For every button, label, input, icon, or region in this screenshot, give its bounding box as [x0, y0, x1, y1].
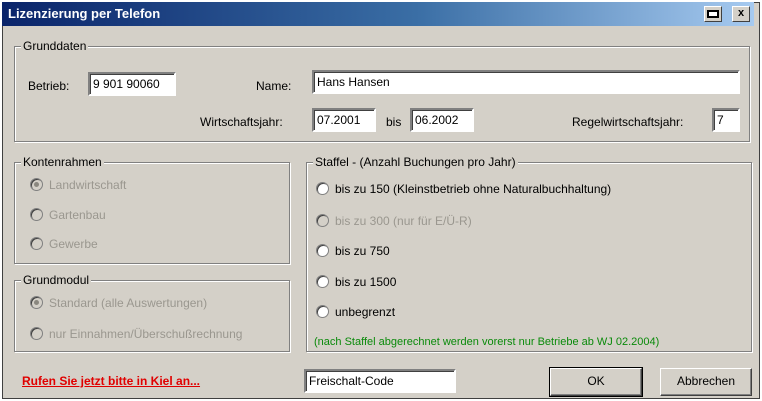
- radio-label: Standard (alle Auswertungen): [49, 296, 208, 310]
- staffel-legend: Staffel - (Anzahl Buchungen pro Jahr): [313, 155, 518, 169]
- grundmodul-legend: Grundmodul: [21, 273, 92, 287]
- betrieb-label: Betrieb:: [28, 79, 70, 93]
- radio-dot: [30, 296, 43, 309]
- ok-button[interactable]: OK: [549, 367, 643, 397]
- radio-label: bis zu 750: [335, 244, 390, 258]
- radio-dot: [316, 214, 329, 227]
- name-input[interactable]: Hans Hansen: [312, 70, 740, 94]
- radio-label: Gartenbau: [49, 208, 106, 222]
- window-title: Lizenzierung per Telefon: [8, 6, 161, 21]
- radio-unbegrenzt[interactable]: unbegrenzt: [316, 305, 395, 319]
- radio-dot: [30, 237, 43, 250]
- radio-label: bis zu 150 (Kleinstbetrieb ohne Naturalb…: [335, 182, 612, 196]
- radio-gewerbe[interactable]: Gewerbe: [30, 237, 98, 251]
- radio-dot: [316, 182, 329, 195]
- regelwirtschaftsjahr-label: Regelwirtschaftsjahr:: [572, 115, 684, 129]
- radio-bis-1500[interactable]: bis zu 1500: [316, 275, 396, 289]
- freischalt-code-input[interactable]: Freischalt-Code: [304, 369, 456, 393]
- radio-label: unbegrenzt: [335, 305, 396, 319]
- radio-dot: [30, 208, 43, 221]
- wirtschaftsjahr-label: Wirtschaftsjahr:: [200, 115, 283, 129]
- radio-label: bis zu 1500: [335, 275, 397, 289]
- regelwirtschaftsjahr-input[interactable]: 7: [712, 108, 740, 132]
- radio-label: Gewerbe: [49, 237, 98, 251]
- wj-from-input[interactable]: 07.2001: [312, 108, 376, 132]
- radio-bis-150[interactable]: bis zu 150 (Kleinstbetrieb ohne Naturalb…: [316, 182, 611, 196]
- radio-einnahmen-ueberschuss[interactable]: nur Einnahmen/Überschußrechnung: [30, 327, 242, 341]
- cancel-button[interactable]: Abbrechen: [660, 368, 752, 396]
- radio-dot: [30, 178, 43, 191]
- close-icon[interactable]: x: [732, 6, 750, 22]
- title-bar[interactable]: Lizenzierung per Telefon x: [2, 2, 754, 26]
- radio-dot: [316, 275, 329, 288]
- bis-label: bis: [386, 115, 402, 129]
- radio-bis-300[interactable]: bis zu 300 (nur für E/Ü-R): [316, 214, 472, 228]
- radio-dot: [316, 305, 329, 318]
- grundmodul-group: Grundmodul: [14, 273, 290, 352]
- name-label: Name:: [256, 79, 292, 93]
- radio-landwirtschaft[interactable]: Landwirtschaft: [30, 178, 126, 192]
- radio-gartenbau[interactable]: Gartenbau: [30, 208, 106, 222]
- help-icon[interactable]: [704, 6, 722, 22]
- radio-bis-750[interactable]: bis zu 750: [316, 244, 390, 258]
- grunddaten-legend: Grunddaten: [21, 39, 89, 53]
- radio-label: Landwirtschaft: [49, 178, 127, 192]
- radio-label: nur Einnahmen/Überschußrechnung: [49, 327, 243, 341]
- staffel-note: (nach Staffel abgerechnet werden vorerst…: [314, 336, 660, 348]
- radio-dot: [316, 244, 329, 257]
- betrieb-input[interactable]: 9 901 90060: [88, 72, 176, 96]
- wj-to-input[interactable]: 06.2002: [410, 108, 474, 132]
- radio-standard[interactable]: Standard (alle Auswertungen): [30, 296, 207, 310]
- radio-dot: [30, 327, 43, 340]
- radio-label: bis zu 300 (nur für E/Ü-R): [335, 214, 472, 228]
- call-kiel-link[interactable]: Rufen Sie jetzt bitte in Kiel an...: [22, 374, 200, 388]
- kontenrahmen-legend: Kontenrahmen: [21, 155, 104, 169]
